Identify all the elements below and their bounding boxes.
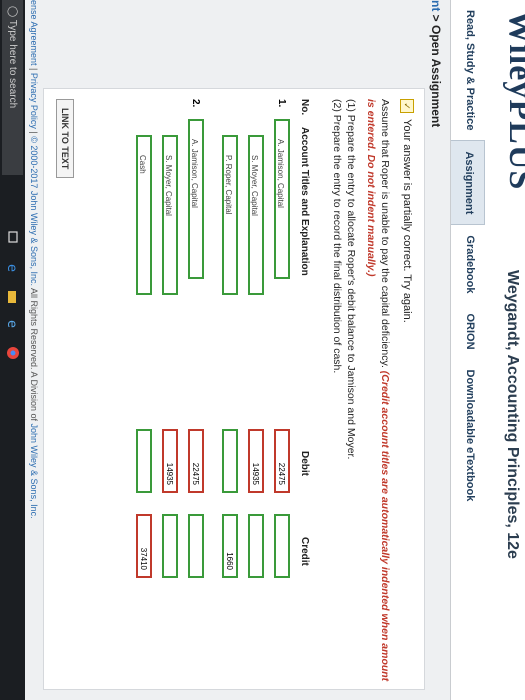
question-parts: (1) Prepare the entry to allocate Roper'…	[330, 99, 358, 459]
credit-field[interactable]: 37410	[136, 514, 152, 578]
rotated-screen: WileyPLUS Weygandt, Accounting Principle…	[0, 0, 525, 700]
account-field[interactable]: Cash	[136, 135, 152, 295]
edge-icon[interactable]: e	[6, 262, 20, 276]
link-to-text-button[interactable]: LINK TO TEXT	[56, 99, 74, 179]
file-explorer-icon[interactable]	[6, 290, 20, 304]
answer-status: ✓ Your answer is partially correct. Try …	[400, 99, 414, 323]
course-title: Weygandt, Accounting Principles, 12e	[504, 270, 521, 559]
rights-text: All Rights Reserved. A Division of	[29, 285, 39, 424]
journal-row: S. Moyer, Capital 14935	[242, 99, 266, 659]
main-nav: Read, Study & Practice Assignment Gradeb…	[451, 0, 485, 511]
breadcrumb-current: Open Assignment	[429, 25, 443, 128]
account-field[interactable]: S. Moyer, Capital	[162, 135, 178, 295]
site-header: WileyPLUS Weygandt, Accounting Principle…	[450, 0, 525, 700]
task-view-icon[interactable]	[6, 230, 20, 244]
journal-row: P. Roper, Capital 1660	[216, 99, 240, 659]
credit-field[interactable]	[248, 514, 264, 578]
svg-text:e: e	[6, 320, 19, 328]
debit-field[interactable]: 14935	[248, 429, 264, 493]
journal-row: S. Moyer, Capital 14935	[156, 99, 180, 659]
tab-read-study-practice[interactable]: Read, Study & Practice	[451, 0, 485, 140]
account-field[interactable]: A. Jamison, Capital	[274, 119, 290, 279]
credit-field[interactable]	[188, 514, 204, 578]
svg-text:e: e	[6, 264, 19, 272]
debit-field[interactable]: 22475	[188, 429, 204, 493]
breadcrumb: nt > Open Assignment	[429, 0, 443, 127]
journal-row: 1. A. Jamison, Capital 22475	[268, 99, 292, 659]
taskbar-search-input[interactable]: ◯ Type here to search	[2, 0, 23, 175]
search-circle-icon: ◯	[7, 6, 18, 20]
ie-icon[interactable]: e	[6, 318, 20, 332]
tab-gradebook[interactable]: Gradebook	[451, 225, 485, 303]
part-1: (1) Prepare the entry to allocate Roper'…	[345, 99, 357, 460]
partially-correct-icon: ✓	[400, 99, 414, 113]
status-text: Your answer is partially correct. Try ag…	[401, 119, 413, 323]
journal-row: Cash 37410	[130, 99, 154, 659]
footer-separator: |	[29, 65, 39, 73]
credit-field[interactable]: 1660	[222, 514, 238, 578]
debit-field[interactable]	[222, 429, 238, 493]
question-text: Assume that Roper is unable to pay the c…	[365, 99, 391, 682]
debit-field[interactable]: 14935	[162, 429, 178, 493]
chrome-icon[interactable]	[6, 346, 20, 360]
account-field[interactable]: A. Jamison, Capital	[188, 119, 204, 279]
part-2: (2) Prepare the entry to record the fina…	[331, 99, 343, 374]
entry-number: 1.	[276, 99, 287, 108]
header-credit: Credit	[299, 537, 310, 566]
wiley-link[interactable]: John Wiley & Sons, Inc.	[29, 424, 39, 519]
license-agreement-link[interactable]: ense Agreement	[29, 0, 39, 66]
copyright-link[interactable]: © 2000-2017 John Wiley & Sons, Inc.	[29, 136, 39, 286]
credit-field[interactable]	[162, 514, 178, 578]
account-field[interactable]: S. Moyer, Capital	[248, 135, 264, 295]
entry-number: 2.	[190, 99, 201, 108]
account-field[interactable]: P. Roper, Capital	[222, 135, 238, 295]
search-placeholder: Type here to search	[7, 19, 18, 109]
privacy-policy-link[interactable]: Privacy Policy	[29, 73, 39, 129]
debit-field[interactable]	[136, 429, 152, 493]
brand-logo: WileyPLUS	[502, 10, 525, 191]
windows-taskbar: ◯ Type here to search e e	[0, 0, 25, 700]
breadcrumb-separator: >	[429, 11, 443, 26]
journal-row: 2. A. Jamison, Capital 22475	[182, 99, 206, 659]
tab-assignment[interactable]: Assignment	[451, 140, 485, 226]
credit-field[interactable]	[274, 514, 290, 578]
header-no: No.	[299, 99, 310, 116]
tab-orion[interactable]: ORION	[451, 303, 485, 359]
header-debit: Debit	[299, 451, 310, 476]
page-footer: ense Agreement | Privacy Policy | © 2000…	[29, 0, 39, 519]
question-panel: ✓ Your answer is partially correct. Try …	[43, 88, 425, 690]
debit-field[interactable]: 22475	[274, 429, 290, 493]
header-account: Account Titles and Explanation	[299, 127, 310, 276]
breadcrumb-link[interactable]: nt	[429, 0, 443, 11]
tab-downloadable-etextbook[interactable]: Downloadable eTextbook	[451, 360, 485, 512]
